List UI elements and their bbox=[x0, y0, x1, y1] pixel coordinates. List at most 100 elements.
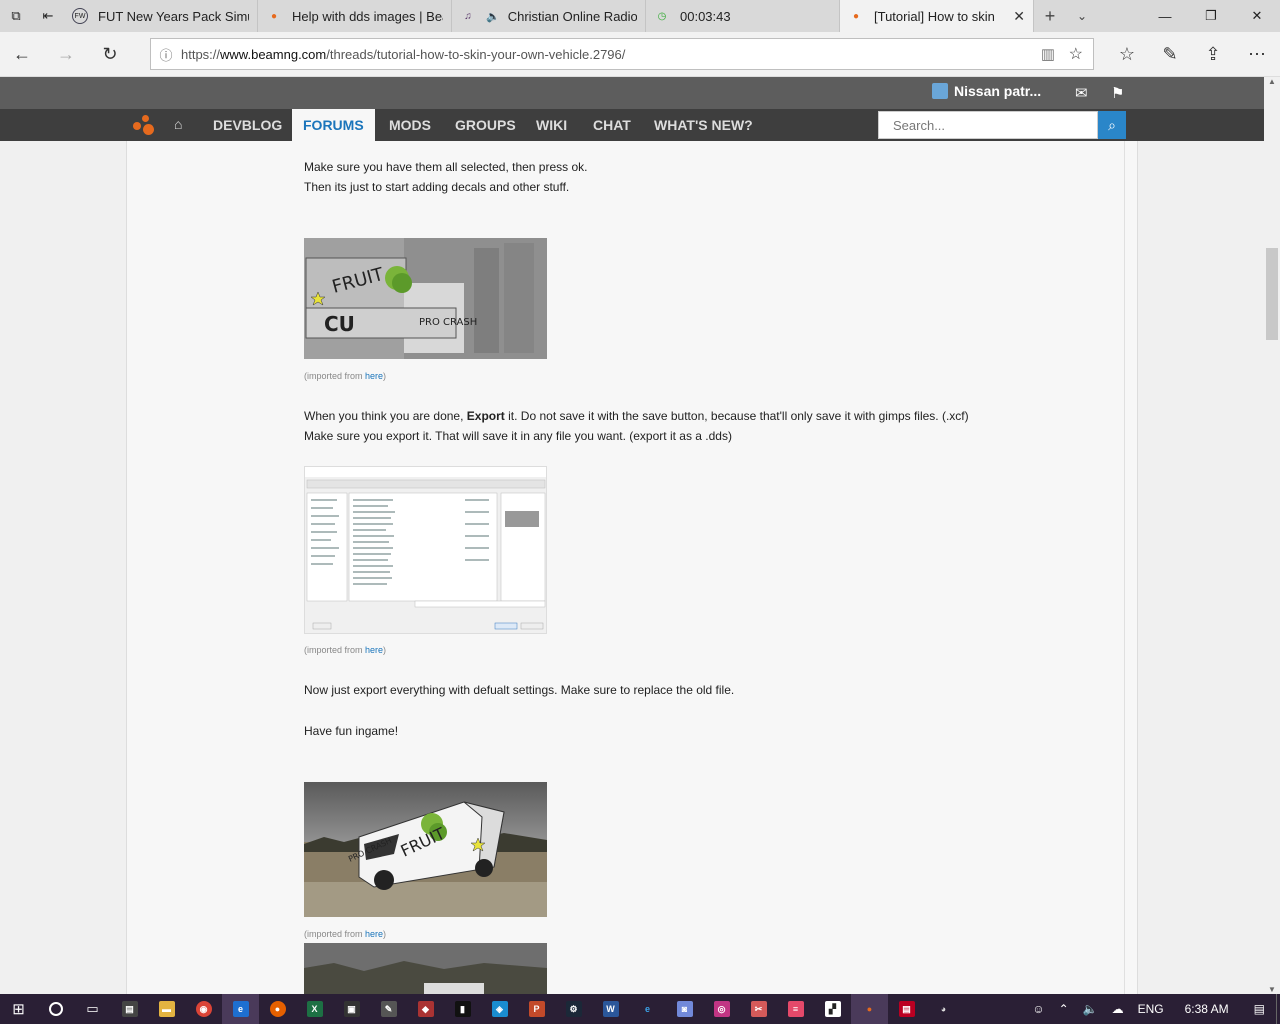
paint-icon[interactable]: ✎ bbox=[370, 994, 407, 1024]
word-icon[interactable]: W bbox=[592, 994, 629, 1024]
game-icon[interactable]: ▣ bbox=[333, 994, 370, 1024]
terminal-icon[interactable]: ▮ bbox=[444, 994, 481, 1024]
forward-icon[interactable]: → bbox=[49, 38, 83, 70]
more-menu-icon[interactable]: ⋯ bbox=[1240, 38, 1274, 70]
instagram-icon[interactable]: ◎ bbox=[703, 994, 740, 1024]
post-image-van-ingame[interactable]: FRUIT PRO CRASH bbox=[304, 782, 547, 917]
nav-forums[interactable]: FORUMS bbox=[292, 109, 375, 142]
restore-icon[interactable]: ❐ bbox=[1188, 0, 1234, 32]
beamng-logo[interactable] bbox=[133, 115, 157, 137]
post-image-partial[interactable] bbox=[304, 943, 547, 994]
steam-icon[interactable]: ⚙ bbox=[555, 994, 592, 1024]
app-icon[interactable]: ◆ bbox=[407, 994, 444, 1024]
favorites-hub-icon[interactable]: ☆ bbox=[1110, 38, 1144, 70]
new-tab-icon[interactable]: + bbox=[1034, 0, 1066, 32]
chrome-icon[interactable]: ◉ bbox=[185, 994, 222, 1024]
post-image-uv-texture[interactable]: FRUIT CU PRO CRASH bbox=[304, 238, 547, 359]
file-explorer-icon[interactable]: ▬ bbox=[148, 994, 185, 1024]
address-bar[interactable]: ⓘ https://www.beamng.com/threads/tutoria… bbox=[150, 38, 1094, 70]
share-icon[interactable]: ⇪ bbox=[1196, 38, 1230, 70]
favorite-star-icon[interactable]: ☆ bbox=[1069, 44, 1083, 64]
post-image-export-dialog[interactable] bbox=[304, 466, 547, 634]
beamng-icon: ● bbox=[852, 10, 860, 22]
excel-icon[interactable]: X bbox=[296, 994, 333, 1024]
owl-app-icon[interactable]: ◕ bbox=[925, 994, 962, 1024]
post-body bbox=[140, 141, 1125, 994]
nav-whats-new[interactable]: WHAT'S NEW? bbox=[643, 109, 764, 141]
browser-tab[interactable]: FW FUT New Years Pack Simula bbox=[64, 0, 258, 32]
box-app-icon[interactable]: ◈ bbox=[481, 994, 518, 1024]
volume-icon[interactable]: 🔈 bbox=[1083, 1002, 1098, 1016]
imported-from-link[interactable]: here bbox=[365, 371, 383, 381]
web-note-icon[interactable]: ✎ bbox=[1153, 38, 1187, 70]
scroll-down-icon[interactable]: ▼ bbox=[1268, 985, 1276, 994]
browser-nav-bar: ← → ↻ ⓘ https://www.beamng.com/threads/t… bbox=[0, 32, 1280, 77]
edge-taskbar-icon[interactable]: e bbox=[222, 994, 259, 1024]
minimize-icon[interactable]: — bbox=[1142, 0, 1188, 32]
snipping-icon[interactable]: ✂ bbox=[740, 994, 777, 1024]
discord-icon[interactable]: ◙ bbox=[666, 994, 703, 1024]
search-input[interactable]: Search... bbox=[878, 111, 1098, 139]
futwiz-icon: FW bbox=[72, 8, 88, 24]
image-caption: (imported from here) bbox=[304, 929, 387, 939]
browser-tab-active[interactable]: ● [Tutorial] How to skin ✕ bbox=[840, 0, 1034, 32]
user-menu[interactable]: Nissan patr... bbox=[932, 83, 1041, 99]
powerpoint-icon[interactable]: P bbox=[518, 994, 555, 1024]
image-caption: (imported from here) bbox=[304, 371, 387, 381]
editor-icon[interactable]: ≡ bbox=[777, 994, 814, 1024]
notes-icon[interactable]: ▞ bbox=[814, 994, 851, 1024]
cortana-circle-icon[interactable] bbox=[37, 994, 74, 1024]
post-text: Then its just to start adding decals and… bbox=[304, 180, 570, 194]
url-text: https://www.beamng.com/threads/tutorial-… bbox=[181, 46, 626, 62]
internet-explorer-icon[interactable]: e bbox=[629, 994, 666, 1024]
scroll-up-icon[interactable]: ▲ bbox=[1268, 77, 1276, 86]
people-icon[interactable]: ☺ bbox=[1032, 1002, 1044, 1016]
start-windows-icon[interactable]: ⊞ bbox=[0, 994, 37, 1024]
post-text: Make sure you export it. That will save … bbox=[304, 429, 732, 443]
close-tab-icon[interactable]: ✕ bbox=[1013, 8, 1025, 25]
task-view-icon[interactable]: ▭ bbox=[74, 994, 111, 1024]
image-caption: (imported from here) bbox=[304, 645, 387, 655]
alerts-flag-icon[interactable]: ⚑ bbox=[1111, 84, 1124, 102]
browser-tab[interactable]: ♫ 🔈 Christian Online Radio bbox=[452, 0, 646, 32]
refresh-icon[interactable]: ↻ bbox=[93, 38, 127, 70]
nav-wiki[interactable]: WIKI bbox=[525, 109, 578, 141]
reading-view-icon[interactable]: ▥ bbox=[1041, 45, 1055, 63]
nav-chat[interactable]: CHAT bbox=[582, 109, 642, 141]
close-window-icon[interactable]: ✕ bbox=[1234, 0, 1280, 32]
browser-tab[interactable]: ● Help with dds images | Bea bbox=[258, 0, 452, 32]
nav-groups[interactable]: GROUPS bbox=[444, 109, 527, 141]
cloud-icon[interactable]: ☁ bbox=[1112, 1002, 1124, 1016]
beamng-taskbar-icon[interactable]: ● bbox=[851, 994, 888, 1024]
imported-from-link[interactable]: here bbox=[365, 645, 383, 655]
firefox-icon[interactable]: ● bbox=[259, 994, 296, 1024]
nav-mods[interactable]: MODS bbox=[378, 109, 442, 141]
vertical-scrollbar[interactable]: ▲ ▼ bbox=[1264, 77, 1280, 994]
timer-icon: ◷ bbox=[657, 10, 667, 22]
post-text: Now just export everything with defualt … bbox=[304, 683, 735, 697]
tab-title: [Tutorial] How to skin bbox=[874, 8, 995, 24]
store-icon[interactable]: ▤ bbox=[111, 994, 148, 1024]
input-language[interactable]: ENG bbox=[1138, 1002, 1164, 1016]
tab-manager-icon[interactable]: ⧉ bbox=[0, 0, 32, 32]
clock[interactable]: 6:38 AM bbox=[1185, 1002, 1229, 1016]
home-icon[interactable]: ⌂ bbox=[174, 116, 182, 132]
scrollbar-thumb[interactable] bbox=[1266, 248, 1278, 340]
imported-from-link[interactable]: here bbox=[365, 929, 383, 939]
flag-app-icon[interactable]: ▤ bbox=[888, 994, 925, 1024]
search-button[interactable]: ⌕ bbox=[1098, 111, 1126, 139]
inbox-icon[interactable]: ✉ bbox=[1075, 84, 1088, 102]
site-nav: ⌂ DEVBLOG FORUMS MODS GROUPS WIKI CHAT W… bbox=[0, 109, 1264, 142]
site-user-bar: Nissan patr... ✉ ⚑ bbox=[0, 77, 1264, 109]
speaker-icon[interactable]: 🔈 bbox=[486, 10, 500, 23]
back-icon[interactable]: ← bbox=[5, 38, 39, 70]
browser-tab[interactable]: ◷ 00:03:43 bbox=[646, 0, 840, 32]
action-center-icon[interactable]: ▤ bbox=[1254, 1002, 1265, 1016]
set-tabs-aside-icon[interactable]: ⇤ bbox=[32, 0, 64, 32]
post-text: Have fun ingame! bbox=[304, 724, 399, 738]
nav-devblog[interactable]: DEVBLOG bbox=[202, 109, 293, 141]
show-hidden-icons-icon[interactable]: ⌃ bbox=[1059, 1002, 1069, 1016]
info-icon[interactable]: ⓘ bbox=[151, 45, 181, 64]
tab-preview-chevron-icon[interactable]: ⌄ bbox=[1066, 0, 1098, 32]
page-content: Make sure you have them all selected, th… bbox=[0, 141, 1264, 994]
